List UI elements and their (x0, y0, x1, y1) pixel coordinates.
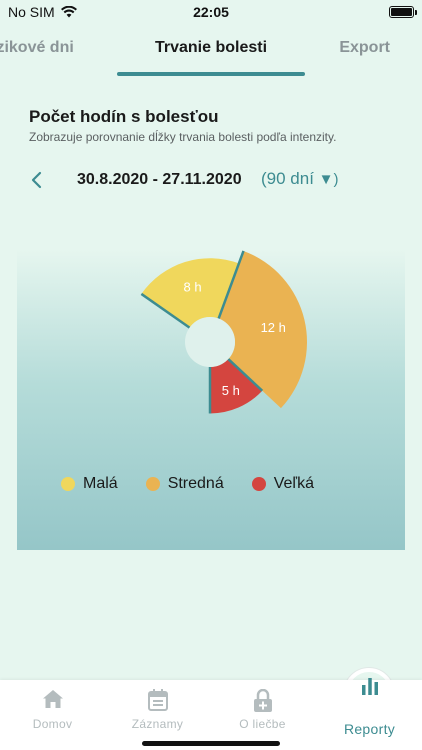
pie-slice-label-0: 8 h (183, 279, 201, 294)
pain-duration-pie-chart: 8 h 12 h 5 h (140, 250, 307, 414)
home-indicator (142, 741, 280, 746)
home-icon (42, 690, 63, 708)
tab-export[interactable]: Export (339, 39, 390, 57)
legend-dot (61, 477, 75, 491)
chevron-left-icon[interactable] (30, 170, 42, 190)
carrier-label: No SIM (8, 4, 55, 20)
medical-lock-icon (253, 689, 272, 712)
nav-label-reports: Reporty (343, 721, 396, 737)
legend-label: Veľká (273, 475, 314, 492)
nav-item-home[interactable]: Domov (0, 680, 105, 750)
nav-label-records: Záznamy (131, 717, 184, 731)
legend-item-high: Veľká (251, 475, 314, 493)
nav-item-records[interactable]: Záznamy (105, 680, 210, 750)
legend-item-medium: Stredná (145, 475, 224, 493)
tab-indicator (117, 72, 305, 76)
chart-card: 8 h 12 h 5 h Malá Stredná Veľká (17, 249, 405, 550)
period-select[interactable]: (90 dní ▼) (261, 169, 339, 189)
battery-icon (389, 6, 417, 18)
legend-label: Malá (83, 475, 118, 492)
pie-center-hole (185, 317, 235, 367)
pie-slice-label-1: 12 h (261, 320, 286, 335)
caret-down-icon: ▼) (318, 171, 339, 188)
section-subtitle: Zobrazuje porovnanie dĺžky trvania boles… (29, 130, 337, 144)
legend-label: Stredná (167, 475, 224, 492)
date-range-label: 30.8.2020 - 27.11.2020 (77, 171, 242, 188)
nav-item-reports[interactable]: Reporty (317, 678, 422, 750)
section-title: Počet hodín s bolesťou (29, 107, 219, 126)
bar-chart-icon (361, 678, 378, 695)
period-label: (90 dní (261, 169, 314, 188)
nav-item-treatment[interactable]: O liečbe (210, 680, 315, 750)
status-left: No SIM (8, 4, 77, 20)
date-range-row: 30.8.2020 - 27.11.2020 (90 dní ▼) (0, 168, 422, 194)
bottom-nav: Domov Záznamy O liečbe Reporty (0, 678, 422, 750)
legend-dot (145, 477, 160, 491)
calendar-icon (147, 689, 168, 711)
nav-label-treatment: O liečbe (239, 717, 286, 731)
chart-legend: Malá Stredná Veľká (61, 475, 342, 493)
legend-dot (251, 477, 266, 491)
status-bar: No SIM 22:05 (0, 0, 422, 24)
tab-bar: izikové dni Trvanie bolesti Export (0, 24, 422, 78)
nav-label-home: Domov (32, 717, 73, 731)
legend-item-small: Malá (61, 475, 118, 493)
wifi-icon (60, 6, 77, 18)
pie-slice-label-2: 5 h (222, 383, 240, 398)
